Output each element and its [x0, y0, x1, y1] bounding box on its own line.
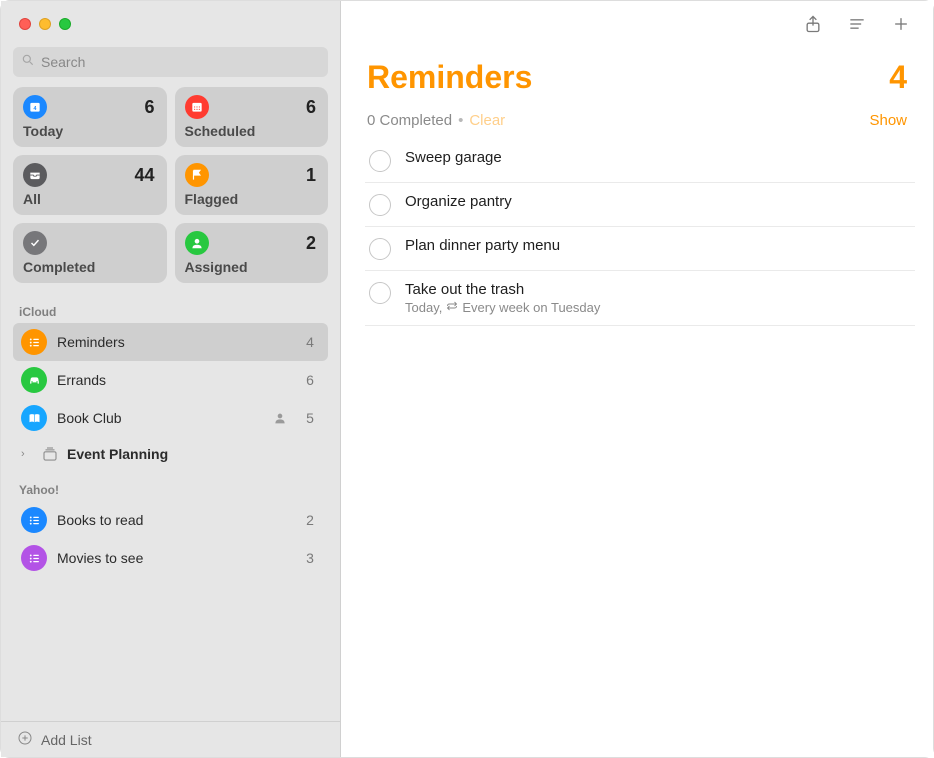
list-label: Reminders — [57, 334, 260, 350]
list-item-books-to-read[interactable]: Books to read 2 — [13, 501, 328, 539]
smart-count: 44 — [134, 165, 154, 186]
clear-completed-button[interactable]: Clear — [469, 112, 505, 129]
list-label: Books to read — [57, 512, 260, 528]
repeat-icon — [446, 300, 458, 315]
task-title: Plan dinner party menu — [405, 237, 911, 254]
person-icon — [185, 231, 209, 255]
smart-card-assigned[interactable]: 2 Assigned — [175, 223, 329, 283]
account-header-yahoo: Yahoo! — [13, 477, 328, 501]
list-label: Movies to see — [57, 550, 260, 566]
task-title: Organize pantry — [405, 193, 911, 210]
smart-card-all[interactable]: 44 All — [13, 155, 167, 215]
task-row[interactable]: Sweep garage — [365, 139, 915, 183]
task-title: Take out the trash — [405, 281, 911, 298]
task-subtitle: Today, Every week on Tuesday — [405, 300, 911, 315]
flag-icon — [185, 163, 209, 187]
list-item-reminders[interactable]: Reminders 4 — [13, 323, 328, 361]
smart-lists-grid: 4 6 Today 6 Scheduled — [1, 87, 340, 293]
main-content: Reminders 4 0 Completed • Clear Show Swe… — [341, 1, 933, 757]
task-checkbox[interactable] — [369, 194, 391, 216]
search-icon — [21, 53, 35, 72]
view-options-button[interactable] — [847, 14, 867, 34]
smart-label: Assigned — [185, 259, 317, 275]
task-list: Sweep garage Organize pantry Plan dinner… — [341, 139, 933, 326]
search-field[interactable] — [13, 47, 328, 77]
account-header-icloud: iCloud — [13, 299, 328, 323]
smart-label: Today — [23, 123, 155, 139]
list-item-errands[interactable]: Errands 6 — [13, 361, 328, 399]
task-row[interactable]: Plan dinner party menu — [365, 227, 915, 271]
smart-label: Scheduled — [185, 123, 317, 139]
smart-label: All — [23, 191, 155, 207]
list-icon — [21, 329, 47, 355]
toolbar — [341, 1, 933, 47]
smart-card-today[interactable]: 4 6 Today — [13, 87, 167, 147]
list-count: 4 — [300, 334, 320, 350]
smart-count: 1 — [306, 165, 316, 186]
smart-count: 6 — [144, 97, 154, 118]
group-label: Event Planning — [67, 446, 168, 462]
list-label: Book Club — [57, 410, 260, 426]
task-checkbox[interactable] — [369, 150, 391, 172]
smart-card-scheduled[interactable]: 6 Scheduled — [175, 87, 329, 147]
check-icon — [23, 231, 47, 255]
list-count: 5 — [300, 410, 320, 426]
list-title: Reminders — [367, 59, 532, 96]
share-button[interactable] — [803, 14, 823, 34]
smart-label: Completed — [23, 259, 155, 275]
smart-label: Flagged — [185, 191, 317, 207]
add-reminder-button[interactable] — [891, 14, 911, 34]
completed-count-text: 0 Completed — [367, 112, 452, 129]
show-completed-button[interactable]: Show — [869, 112, 907, 129]
task-checkbox[interactable] — [369, 238, 391, 260]
car-icon — [21, 367, 47, 393]
add-list-label: Add List — [41, 732, 92, 748]
list-count: 3 — [300, 550, 320, 566]
calendar-day-icon: 4 — [23, 95, 47, 119]
zoom-window-button[interactable] — [59, 18, 71, 30]
list-item-book-club[interactable]: Book Club 5 — [13, 399, 328, 437]
list-label: Errands — [57, 372, 260, 388]
minimize-window-button[interactable] — [39, 18, 51, 30]
chevron-right-icon: › — [21, 448, 33, 460]
list-item-movies-to-see[interactable]: Movies to see 3 — [13, 539, 328, 577]
svg-text:4: 4 — [34, 106, 37, 112]
task-title: Sweep garage — [405, 149, 911, 166]
plus-circle-icon — [17, 730, 33, 749]
smart-count: 6 — [306, 97, 316, 118]
list-count: 2 — [300, 512, 320, 528]
stack-icon — [39, 443, 61, 465]
shared-icon — [270, 410, 290, 426]
task-checkbox[interactable] — [369, 282, 391, 304]
smart-card-completed[interactable]: Completed — [13, 223, 167, 283]
group-item-event-planning[interactable]: › Event Planning — [13, 437, 328, 471]
list-count: 6 — [300, 372, 320, 388]
calendar-icon — [185, 95, 209, 119]
tray-icon — [23, 163, 47, 187]
window-controls — [1, 1, 340, 47]
list-total-count: 4 — [889, 59, 907, 96]
smart-count: 2 — [306, 233, 316, 254]
task-row[interactable]: Organize pantry — [365, 183, 915, 227]
add-list-button[interactable]: Add List — [1, 721, 340, 757]
search-input[interactable] — [41, 54, 320, 70]
list-icon — [21, 507, 47, 533]
book-icon — [21, 405, 47, 431]
list-icon — [21, 545, 47, 571]
task-row[interactable]: Take out the trash Today, Every week on … — [365, 271, 915, 326]
smart-card-flagged[interactable]: 1 Flagged — [175, 155, 329, 215]
sidebar: 4 6 Today 6 Scheduled — [1, 1, 341, 757]
close-window-button[interactable] — [19, 18, 31, 30]
